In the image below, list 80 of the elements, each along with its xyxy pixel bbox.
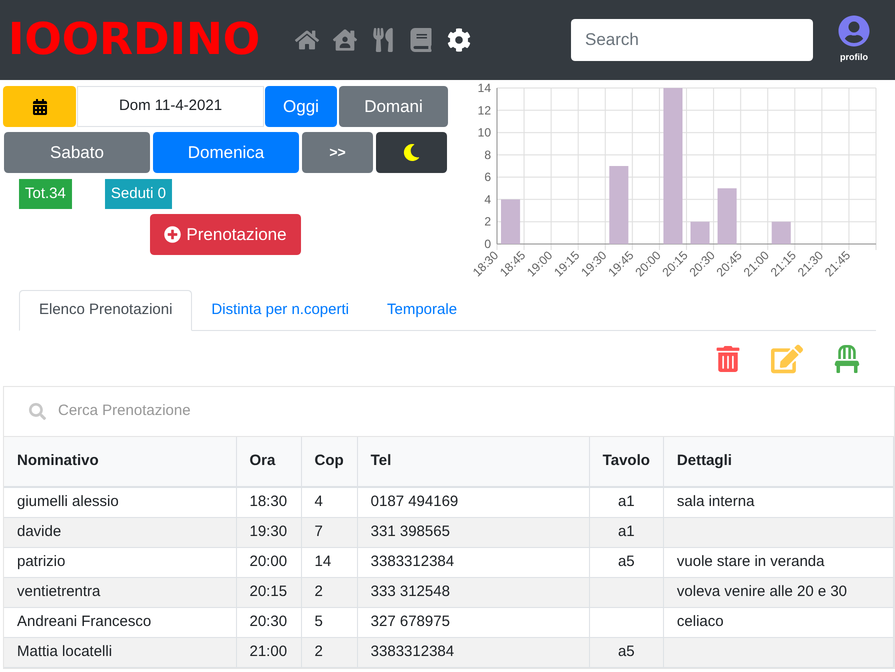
table-cell: 2	[314, 642, 323, 660]
today-button[interactable]: Oggi	[265, 86, 337, 127]
table-cell: sala interna	[676, 493, 754, 510]
table-cell: a1	[618, 493, 635, 510]
table-cell: 2	[314, 582, 323, 600]
bar	[718, 188, 737, 244]
table-cell: 3383312384	[370, 552, 454, 570]
tomorrow-button[interactable]: Domani	[339, 86, 448, 127]
tab[interactable]: Elenco Prenotazioni	[19, 290, 192, 331]
table-cell: a5	[618, 642, 635, 660]
calendar-icon	[32, 98, 48, 114]
table-cell: 333 312548	[370, 582, 450, 600]
table-cell: Mattia locatelli	[17, 642, 112, 660]
y-tick-label: 2	[484, 214, 491, 229]
day-button[interactable]: >>	[302, 132, 373, 173]
settings-icon[interactable]	[447, 28, 471, 52]
table-cell: davide	[17, 522, 62, 540]
table-cell: 19:30	[250, 522, 288, 540]
search-field[interactable]: Search	[571, 19, 813, 61]
table-cell: a1	[618, 522, 635, 540]
table-search-field[interactable]: Cerca Prenotazione	[58, 400, 869, 423]
count-badge: Tot.34	[19, 179, 72, 209]
y-tick-label: 4	[484, 192, 491, 206]
day-button[interactable]: Domenica	[153, 132, 299, 173]
table-cell: 7	[314, 522, 323, 540]
y-tick-label: 6	[484, 170, 491, 184]
table-cell: 3383312384	[370, 642, 454, 660]
house-user-icon[interactable]	[333, 28, 357, 52]
column-header: Nominativo	[4, 437, 236, 487]
chair-icon[interactable]	[833, 344, 861, 372]
table-cell: vuole stare in veranda	[676, 552, 824, 570]
table-cell: giumelli alessio	[17, 493, 119, 510]
moon-icon	[403, 144, 420, 161]
y-tick-label: 12	[478, 103, 491, 118]
table-cell: 327 678975	[370, 612, 450, 630]
column-header: Tavolo	[589, 437, 664, 487]
table-cell: voleva venire alle 20 e 30	[676, 582, 848, 600]
new-booking-button[interactable]: Prenotazione	[150, 214, 301, 255]
table-cell: 20:00	[250, 552, 288, 570]
y-tick-label: 8	[484, 148, 491, 162]
tab[interactable]: Temporale	[368, 290, 476, 330]
table-cell: 14	[314, 552, 332, 570]
table-cell: Andreani Francesco	[17, 612, 152, 630]
utensils-icon[interactable]	[371, 28, 395, 52]
table-cell: ventietrentra	[17, 582, 100, 600]
home-icon[interactable]	[295, 28, 319, 52]
table-cell: 331 398565	[370, 522, 450, 540]
y-tick-label: 14	[478, 83, 491, 95]
bar	[772, 222, 791, 244]
table-cell: 21:00	[250, 642, 288, 660]
bar	[501, 199, 520, 244]
logo: IOORDINO	[8, 14, 260, 66]
day-button[interactable]: Sabato	[4, 132, 150, 173]
profile-label[interactable]: profilo	[840, 51, 868, 65]
y-tick-label: 0	[484, 237, 491, 251]
table-cell: a5	[618, 552, 635, 570]
avatar-icon[interactable]	[838, 15, 870, 48]
table-cell: patrizio	[17, 552, 66, 570]
table-cell: 18:30	[250, 493, 288, 510]
y-tick-label: 10	[478, 126, 491, 140]
column-header: Cop	[301, 437, 358, 487]
night-button[interactable]	[376, 132, 447, 173]
book-icon[interactable]	[409, 28, 433, 52]
tab[interactable]: Distinta per n.coperti	[192, 290, 368, 330]
table-cell: 20:15	[250, 582, 288, 600]
bar	[690, 222, 710, 244]
table-cell: 0187 494169	[370, 493, 458, 510]
column-header: Dettagli	[663, 437, 894, 487]
calendar-button[interactable]	[3, 86, 76, 127]
table-cell: celiaco	[676, 612, 724, 630]
table-cell: 4	[314, 493, 323, 510]
plus-icon	[164, 226, 182, 243]
table-cell: 20:30	[250, 612, 288, 630]
column-header: Ora	[236, 437, 301, 487]
delete-icon[interactable]	[715, 346, 741, 372]
date-field[interactable]: Dom 11-4-2021	[77, 86, 264, 127]
search-icon	[29, 403, 46, 420]
count-badge: Seduti 0	[104, 179, 172, 209]
column-header: Tel	[357, 437, 590, 487]
table-cell: 5	[314, 612, 323, 630]
